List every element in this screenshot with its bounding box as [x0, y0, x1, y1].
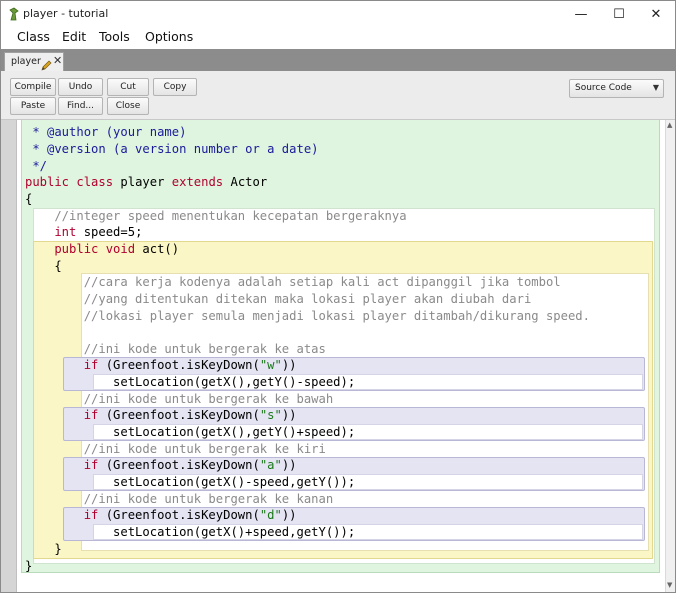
- vertical-scrollbar[interactable]: ▲ ▼: [665, 120, 675, 592]
- code-line-class-decl: public class player extends Actor: [25, 174, 267, 190]
- code-line-comment-up: //ini kode untuk bergerak ke atas: [25, 342, 326, 356]
- minimize-button[interactable]: —: [561, 1, 601, 27]
- code-line-doc-author: * @author (your name): [25, 125, 187, 139]
- key-string-a: "a": [259, 458, 282, 472]
- tab-bar: player ✕: [1, 49, 675, 72]
- compile-button[interactable]: Compile: [10, 78, 56, 96]
- key-string-d: "d": [259, 508, 282, 522]
- if-close: )): [281, 358, 297, 372]
- class-name: player: [113, 175, 172, 189]
- class-keywords: public class: [25, 175, 114, 189]
- code-editor: * @author (your name) * @version (a vers…: [1, 120, 675, 592]
- close-button[interactable]: Close: [107, 97, 149, 115]
- code-line-set-up: setLocation(getX(),getY()-speed);: [25, 375, 356, 389]
- close-window-button[interactable]: ✕: [636, 1, 675, 27]
- toolbar: Compile Undo Cut Copy Paste Find... Clos…: [1, 71, 675, 120]
- method-keywords: public void: [25, 242, 136, 256]
- code-line-open-brace: {: [25, 192, 33, 206]
- close-icon: ✕: [650, 6, 662, 22]
- code-line-if-right: if (Greenfoot.isKeyDown("d")): [25, 507, 297, 523]
- menu-edit[interactable]: Edit: [62, 29, 86, 44]
- greenfoot-app-icon: [8, 6, 20, 25]
- maximize-button[interactable]: ☐: [599, 1, 639, 27]
- class-parent: Actor: [223, 175, 268, 189]
- key-string-s: "s": [259, 408, 282, 422]
- field-rest: speed=5;: [76, 225, 143, 239]
- window-title: player - tutorial: [23, 7, 109, 20]
- editor-window: player - tutorial — ☐ ✕ Class Edit Tools…: [0, 0, 676, 593]
- maximize-icon: ☐: [613, 6, 625, 22]
- if-close: )): [281, 458, 297, 472]
- if-call: (Greenfoot.isKeyDown(: [98, 508, 260, 522]
- code-line-comment-2: //yang ditentukan ditekan maka lokasi pl…: [25, 292, 532, 306]
- code-line-method-close: }: [25, 542, 62, 556]
- code-line-doc-version: * @version (a version number or a date): [25, 142, 319, 156]
- menu-options[interactable]: Options: [145, 29, 193, 44]
- if-keyword: if: [25, 508, 99, 522]
- if-call: (Greenfoot.isKeyDown(: [98, 458, 260, 472]
- code-line-comment-right: //ini kode untuk bergerak ke kanan: [25, 492, 334, 506]
- if-close: )): [281, 508, 297, 522]
- if-keyword: if: [25, 458, 99, 472]
- tab-label: player: [11, 56, 41, 67]
- code-line-method-decl: public void act(): [25, 241, 179, 257]
- if-call: (Greenfoot.isKeyDown(: [98, 358, 260, 372]
- menu-tools[interactable]: Tools: [99, 29, 130, 44]
- code-line-doc-end: */: [25, 159, 48, 173]
- menu-class[interactable]: Class: [17, 29, 50, 44]
- code-line-if-down: if (Greenfoot.isKeyDown("s")): [25, 407, 297, 423]
- find-button[interactable]: Find...: [58, 97, 103, 115]
- if-call: (Greenfoot.isKeyDown(: [98, 408, 260, 422]
- code-line-if-up: if (Greenfoot.isKeyDown("w")): [25, 357, 297, 373]
- minimize-icon: —: [574, 6, 588, 22]
- copy-button[interactable]: Copy: [153, 78, 197, 96]
- code-line-field: int speed=5;: [25, 224, 142, 240]
- code-line-comment-3: //lokasi player semula menjadi lokasi pl…: [25, 309, 590, 323]
- code-line-comment-left: //ini kode untuk bergerak ke kiri: [25, 442, 326, 456]
- if-close: )): [281, 408, 297, 422]
- extends-keyword: extends: [171, 175, 224, 189]
- if-keyword: if: [25, 358, 99, 372]
- code-line-set-left: setLocation(getX()-speed,getY());: [25, 475, 356, 489]
- paste-button[interactable]: Paste: [10, 97, 56, 115]
- tab-player[interactable]: player ✕: [4, 52, 64, 72]
- code-line-set-down: setLocation(getX(),getY()+speed);: [25, 425, 356, 439]
- code-line-comment-1: //cara kerja kodenya adalah setiap kali …: [25, 275, 561, 289]
- method-name: act(): [135, 242, 180, 256]
- line-gutter[interactable]: [1, 120, 17, 592]
- chevron-down-icon: ▼: [652, 83, 659, 92]
- menu-bar: Class Edit Tools Options: [1, 27, 675, 49]
- code-line-comment-down: //ini kode untuk bergerak ke bawah: [25, 392, 334, 406]
- code-line-comment-speed: //integer speed menentukan kecepatan ber…: [25, 209, 407, 223]
- int-keyword: int: [25, 225, 77, 239]
- cut-button[interactable]: Cut: [107, 78, 149, 96]
- view-mode-value: Source Code: [575, 83, 632, 93]
- if-keyword: if: [25, 408, 99, 422]
- title-bar: player - tutorial — ☐ ✕: [1, 1, 675, 27]
- code-line-set-right: setLocation(getX()+speed,getY());: [25, 525, 356, 539]
- code-line-if-left: if (Greenfoot.isKeyDown("a")): [25, 457, 297, 473]
- undo-button[interactable]: Undo: [58, 78, 103, 96]
- view-mode-select[interactable]: Source Code ▼: [569, 79, 664, 98]
- scroll-down-arrow-icon[interactable]: ▼: [667, 581, 672, 589]
- code-text-area[interactable]: * @author (your name) * @version (a vers…: [17, 120, 665, 592]
- key-string-w: "w": [259, 358, 282, 372]
- scroll-up-arrow-icon[interactable]: ▲: [667, 121, 672, 129]
- tab-close-icon[interactable]: ✕: [53, 54, 62, 67]
- code-line-close-brace: }: [25, 559, 33, 573]
- code-line-method-open: {: [25, 259, 62, 273]
